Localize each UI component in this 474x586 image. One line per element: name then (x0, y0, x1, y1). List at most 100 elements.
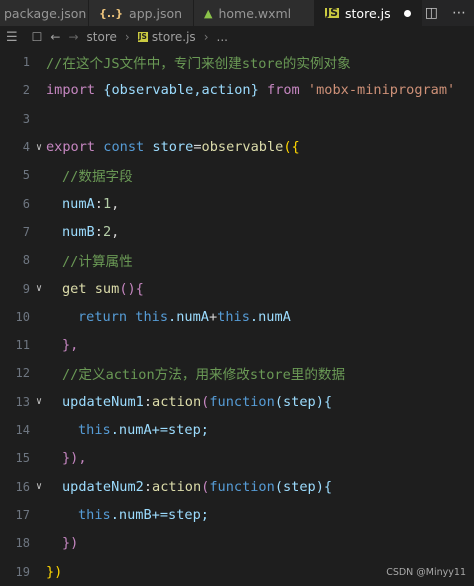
code-comment: //数据字段 (62, 169, 133, 186)
function-sum: sum (94, 280, 120, 297)
import-specifiers: {observable,action} (95, 82, 267, 99)
line-number: 17 (15, 507, 30, 522)
keyword-export: export (46, 139, 96, 156)
breadcrumb: ☰ ☐ ← → store › JS store.js › ... (0, 26, 474, 48)
fold-chevron-icon[interactable]: ∨ (32, 142, 46, 153)
line-number: 1 (22, 55, 30, 70)
code-line: 16 ∨ updateNum2:action(function(step){ (0, 473, 474, 501)
keyword-this: this (217, 308, 250, 325)
line-number: 13 (15, 394, 30, 409)
method-key: updateNum1 (62, 393, 144, 410)
keyword-get: get (62, 280, 87, 297)
tab-app-json[interactable]: {..} app.json (89, 0, 194, 26)
keyword-import: import (46, 82, 96, 99)
breadcrumb-ellipsis[interactable]: ... (217, 30, 228, 44)
line-number: 15 (15, 451, 30, 466)
js-file-icon: JS (325, 6, 340, 19)
code-line: 17 this.numB+=step; (0, 501, 474, 529)
json-file-icon: {..} (99, 6, 124, 20)
keyword-function: function (209, 393, 275, 410)
line-number: 11 (15, 338, 30, 353)
line-number: 12 (15, 366, 30, 381)
bracket: (){ (119, 280, 144, 297)
line-number: 2 (22, 83, 30, 98)
bracket: }, (62, 337, 79, 354)
tab-home-wxml[interactable]: ▲ home.wxml (194, 0, 315, 26)
code-line: 1 //在这个JS文件中，专门来创建store的实例对象 (0, 48, 474, 76)
chevron-right-icon: › (203, 30, 209, 44)
line-number: 9 (22, 281, 30, 296)
tab-store-js[interactable]: JS store.js (315, 0, 422, 26)
line-number: 3 (22, 111, 30, 126)
property-access: .numA (249, 308, 291, 325)
more-actions-icon[interactable]: ⋯ (452, 5, 466, 21)
function-observable: observable (201, 139, 284, 156)
breadcrumb-folder[interactable]: store (87, 30, 117, 44)
parameter: (step){ (274, 478, 333, 495)
keyword-this: this (78, 422, 111, 439)
module-string: 'mobx-miniprogram' (307, 82, 456, 99)
tab-package-json[interactable]: package.json (0, 0, 89, 26)
watermark: CSDN @Minyy11 (386, 567, 466, 578)
variable-store: store (152, 139, 194, 156)
function-action: action (152, 478, 202, 495)
operator: : (143, 393, 153, 410)
property-access: .numA (168, 308, 209, 325)
code-line: 18 }) (0, 529, 474, 557)
statement: .numB+=step; (110, 506, 209, 523)
unsaved-dot-icon[interactable] (404, 9, 411, 17)
code-line: 10 return this.numA+this.numA (0, 303, 474, 331)
back-arrow-icon[interactable]: ← (50, 30, 60, 44)
tab-label: package.json (4, 5, 87, 21)
bracket: }) (62, 535, 79, 552)
function-action: action (152, 393, 202, 410)
breadcrumb-file[interactable]: store.js (152, 30, 196, 44)
property-key: numA (62, 195, 95, 212)
chevron-right-icon: › (124, 30, 130, 44)
method-key: updateNum2 (62, 478, 144, 495)
fold-chevron-icon[interactable]: ∨ (32, 396, 46, 407)
bracket: ({ (283, 139, 300, 156)
line-number: 6 (22, 196, 30, 211)
code-line: 13 ∨ updateNum1:action(function(step){ (0, 388, 474, 416)
wxml-file-icon: ▲ (204, 6, 213, 20)
code-comment: //定义action方法，用来修改store里的数据 (62, 367, 346, 384)
statement: .numA+=step; (110, 422, 209, 439)
bracket: }) (46, 563, 63, 580)
fold-chevron-icon[interactable]: ∨ (32, 283, 46, 294)
keyword-from: from (266, 82, 300, 99)
code-comment: //计算属性 (62, 254, 133, 271)
editor-actions: ◫ ⋯ (425, 0, 474, 26)
property-key: numB (62, 223, 95, 240)
line-number: 19 (15, 564, 30, 579)
keyword-const: const (103, 139, 145, 156)
code-line: 6 numA:1, (0, 190, 474, 218)
operator: + (208, 308, 218, 325)
line-number: 8 (22, 253, 30, 268)
tab-bar: package.json {..} app.json ▲ home.wxml J… (0, 0, 474, 26)
line-number: 14 (15, 423, 30, 438)
code-comment: //在这个JS文件中，专门来创建store的实例对象 (46, 56, 351, 73)
line-number: 18 (15, 536, 30, 551)
split-editor-icon[interactable]: ◫ (425, 5, 438, 21)
line-number: 7 (22, 224, 30, 239)
tab-label: store.js (345, 5, 391, 21)
forward-arrow-icon[interactable]: → (68, 30, 78, 44)
operator: : (143, 478, 153, 495)
code-line: 5 //数据字段 (0, 161, 474, 189)
code-line: 11 }, (0, 331, 474, 359)
line-number: 10 (15, 309, 30, 324)
code-editor[interactable]: 1 //在这个JS文件中，专门来创建store的实例对象 2 import {o… (0, 48, 474, 582)
code-line: 2 import {observable,action} from 'mobx-… (0, 76, 474, 104)
line-number: 5 (22, 168, 30, 183)
operator: = (193, 139, 202, 156)
keyword-this: this (135, 308, 169, 325)
number-literal: 2 (102, 223, 112, 240)
code-line: 9 ∨ get sum(){ (0, 274, 474, 302)
bracket: }), (62, 450, 87, 467)
code-line: 4 ∨ export const store=observable({ (0, 133, 474, 161)
fold-chevron-icon[interactable]: ∨ (32, 481, 46, 492)
parameter: (step){ (274, 393, 333, 410)
bookmark-icon[interactable]: ☐ (32, 30, 43, 44)
list-icon[interactable]: ☰ (6, 30, 18, 45)
